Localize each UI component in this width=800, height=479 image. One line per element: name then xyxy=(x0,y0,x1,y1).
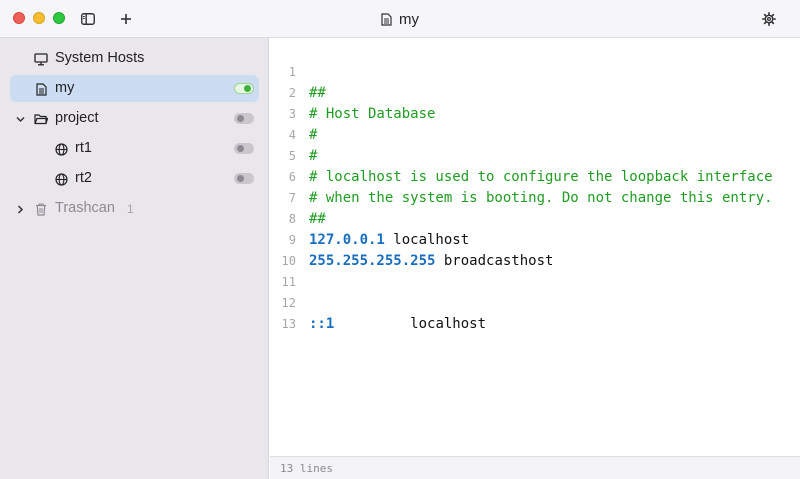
editor-line: 13 xyxy=(270,293,800,331)
minimize-window-button[interactable] xyxy=(33,12,45,24)
editor-line: 1 ## xyxy=(270,41,800,101)
toggle-sidebar-button[interactable] xyxy=(77,8,99,30)
sidebar-icon xyxy=(81,13,95,25)
status-bar: 13 lines xyxy=(270,456,800,479)
editor-line: 9 255.255.255.255 broadcasthost xyxy=(270,209,800,269)
editor-line: 2 # Host Database xyxy=(270,62,800,122)
chevron-right-icon[interactable] xyxy=(15,204,25,214)
zoom-window-button[interactable] xyxy=(53,12,65,24)
sidebar-item-project[interactable]: project xyxy=(10,105,259,132)
editor-line: 12 ::1 localhost xyxy=(270,272,800,332)
trash-icon xyxy=(34,202,48,216)
line-count: 13 lines xyxy=(280,461,333,475)
editor-line: 4 # xyxy=(270,104,800,164)
sidebar-item-label: rt1 xyxy=(75,140,92,156)
add-host-button[interactable] xyxy=(115,8,137,30)
globe-icon xyxy=(54,172,68,186)
editor-line: 3 # xyxy=(270,83,800,143)
host-enable-toggle[interactable] xyxy=(234,143,254,154)
globe-icon xyxy=(54,142,68,156)
sidebar-item-label: project xyxy=(55,110,99,126)
editor-line: 8 127.0.0.1 localhost xyxy=(270,188,800,248)
trash-count-badge: 1 xyxy=(127,202,134,216)
editor-line: 11 xyxy=(270,251,800,289)
sidebar-item-system-hosts[interactable]: System Hosts xyxy=(10,45,259,72)
folder-open-icon xyxy=(34,112,48,126)
settings-button[interactable] xyxy=(758,8,780,30)
sidebar-item-rt2[interactable]: rt2 xyxy=(10,165,259,192)
editor-line: 10 xyxy=(270,230,800,268)
editor-line: 6 # when the system is booting. Do not c… xyxy=(270,146,800,206)
gear-icon xyxy=(762,12,776,26)
editor-line: 7 ## xyxy=(270,167,800,227)
sidebar-item-label: rt2 xyxy=(75,170,92,186)
monitor-icon xyxy=(34,52,48,66)
plus-icon xyxy=(121,14,131,24)
sidebar-item-rt1[interactable]: rt1 xyxy=(10,135,259,162)
document-icon xyxy=(381,12,392,26)
editor-line: 5 # localhost is used to configure the l… xyxy=(270,125,800,185)
ip-address: ::1 xyxy=(309,316,335,332)
sidebar: System Hosts my project rt1 rt2 Trashcan… xyxy=(0,38,269,479)
sidebar-item-label: Trashcan xyxy=(55,200,115,216)
hosts-editor[interactable]: 1 ## 2 # Host Database 3 # 4 # 5 # local… xyxy=(270,38,800,456)
chevron-down-icon[interactable] xyxy=(15,114,25,124)
sidebar-item-label: my xyxy=(55,80,75,96)
close-window-button[interactable] xyxy=(13,12,25,24)
document-icon xyxy=(34,82,48,96)
host-enable-toggle[interactable] xyxy=(234,83,254,94)
line-number: 13 xyxy=(281,317,296,331)
sidebar-item-label: System Hosts xyxy=(55,50,145,66)
sidebar-item-trashcan[interactable]: Trashcan 1 xyxy=(10,195,259,222)
host-entry: ::1 localhost xyxy=(309,314,486,335)
hostname: localhost xyxy=(334,316,487,332)
sidebar-item-my[interactable]: my xyxy=(10,75,259,102)
window-title-text: my xyxy=(399,10,419,28)
host-enable-toggle[interactable] xyxy=(234,113,254,124)
host-enable-toggle[interactable] xyxy=(234,173,254,184)
